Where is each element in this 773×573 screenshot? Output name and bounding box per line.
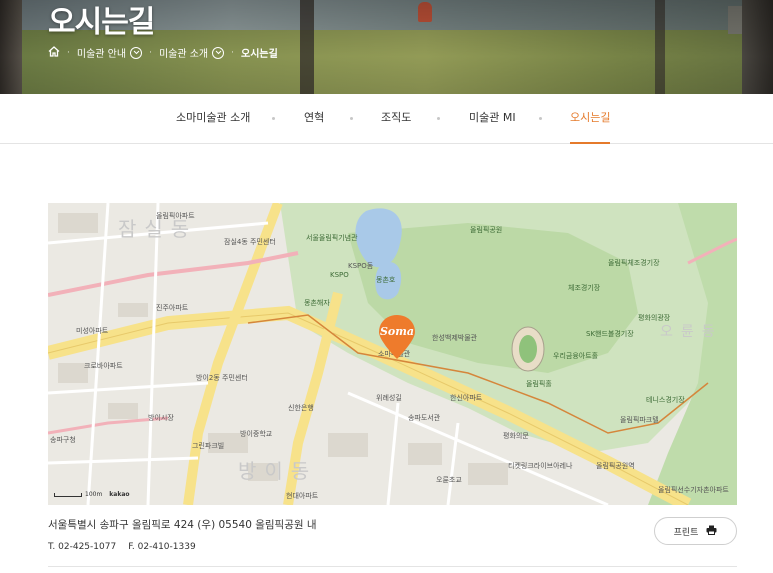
breadcrumb: · 미술관 안내 · 미술관 소개 · 오시는길 (48, 45, 278, 60)
telephone-text: T. 02-425-1077 (48, 542, 117, 552)
breadcrumb-current: 오시는길 (241, 45, 278, 60)
map-label: 그린파크빌 (192, 442, 225, 450)
divider (48, 566, 737, 567)
map-label: 올림픽아파트 (156, 212, 195, 220)
map-label: 미성아파트 (76, 327, 109, 335)
sub-navigation: 소마미술관 소개 연혁 조직도 미술관 MI 오시는길 (0, 94, 773, 144)
map-label: 우리금융아트홀 (553, 352, 599, 360)
print-label: 프린트 (673, 527, 699, 538)
tab-organization[interactable]: 조직도 (381, 94, 411, 144)
chevron-down-icon[interactable] (212, 46, 225, 59)
map-label: 한신아파트 (450, 394, 483, 402)
hero-banner: 오시는길 · 미술관 안내 · 미술관 소개 · 오시는길 (0, 0, 773, 94)
map-label: 위례성길 (376, 394, 402, 402)
chevron-down-icon[interactable] (130, 46, 143, 59)
map-label: 체조경기장 (568, 284, 601, 292)
tab-history[interactable]: 연혁 (304, 94, 324, 144)
map-label: 방이2동 주민센터 (196, 374, 248, 382)
page-title: 오시는길 (48, 5, 155, 40)
map-label: 테니스경기장 (646, 396, 685, 404)
marker-label: Soma (380, 325, 414, 338)
location-map[interactable]: 잠실동 방이동 오륜동 올림픽공원 서울올림픽기념관 몽촌호 KSPO 몽촌해자… (48, 203, 737, 505)
tab-separator (350, 117, 353, 120)
address-text: 서울특별시 송파구 올림픽로 424 (우) 05540 올림픽공원 내 (48, 519, 317, 531)
tab-directions[interactable]: 오시는길 (570, 94, 611, 144)
map-label: 올림픽공원 (470, 226, 503, 234)
breadcrumb-label: 오시는길 (241, 49, 278, 60)
map-label: 오륜동 (660, 324, 723, 340)
map-label: 송파구청 (50, 436, 76, 444)
map-label: 올림픽체조경기장 (608, 259, 660, 267)
map-label: 오륜초교 (436, 476, 462, 484)
map-label: 올림픽선수기자촌아파트 (658, 486, 729, 494)
print-button[interactable]: 프린트 (654, 517, 737, 545)
map-label: 진주아파트 (156, 304, 189, 312)
map-label: KSPO돔 (348, 262, 374, 270)
home-icon[interactable] (48, 45, 60, 60)
breadcrumb-item[interactable]: 미술관 소개 (158, 45, 225, 60)
map-label: 티켓링크라이브아레나 (508, 462, 573, 470)
contact-numbers: T. 02-425-1077 F. 02-410-1339 (48, 542, 196, 552)
breadcrumb-label: 미술관 안내 (76, 49, 127, 60)
breadcrumb-separator: · (67, 47, 70, 58)
location-pin-icon[interactable]: Soma (376, 313, 418, 361)
map-label: 방이동 (238, 459, 318, 483)
map-label: 서울올림픽기념관 (306, 234, 358, 242)
map-label: 방이시장 (148, 414, 174, 422)
map-scale: 100m kakao (54, 491, 130, 498)
map-label: 몽촌해자 (304, 299, 330, 307)
tab-separator (272, 117, 275, 120)
breadcrumb-separator: · (149, 47, 152, 58)
map-label: 현대아파트 (286, 492, 319, 500)
map-label: 올림픽파크텔 (620, 416, 659, 424)
scale-bar (54, 492, 82, 497)
printer-icon (706, 525, 717, 538)
map-label: 신한은행 (288, 404, 314, 412)
map-provider-logo: kakao (109, 491, 130, 498)
tab-soma-intro[interactable]: 소마미술관 소개 (176, 94, 250, 144)
map-label: 평화의광장 (638, 314, 671, 322)
map-label: 평화의문 (503, 432, 529, 440)
map-label: 올림픽공원역 (596, 462, 635, 470)
map-label: 잠실4동 주민센터 (224, 238, 276, 246)
tab-museum-mi[interactable]: 미술관 MI (469, 94, 516, 144)
map-label: 올림픽홀 (526, 380, 552, 388)
map-label: KSPO (330, 271, 349, 279)
scale-label: 100m (85, 491, 103, 498)
map-label: 크로바아파트 (84, 362, 123, 370)
breadcrumb-item[interactable]: 미술관 안내 (76, 45, 143, 60)
map-label: 몽촌호 (376, 276, 396, 284)
breadcrumb-separator: · (231, 47, 234, 58)
breadcrumb-label: 미술관 소개 (158, 49, 209, 60)
map-label: 한성백제박물관 (432, 334, 478, 342)
fax-text: F. 02-410-1339 (128, 542, 196, 552)
tab-separator (437, 117, 440, 120)
map-label: 방이중학교 (240, 430, 273, 438)
map-label: 송파도서관 (408, 414, 441, 422)
map-label: SK핸드볼경기장 (586, 330, 634, 338)
tab-separator (539, 117, 542, 120)
